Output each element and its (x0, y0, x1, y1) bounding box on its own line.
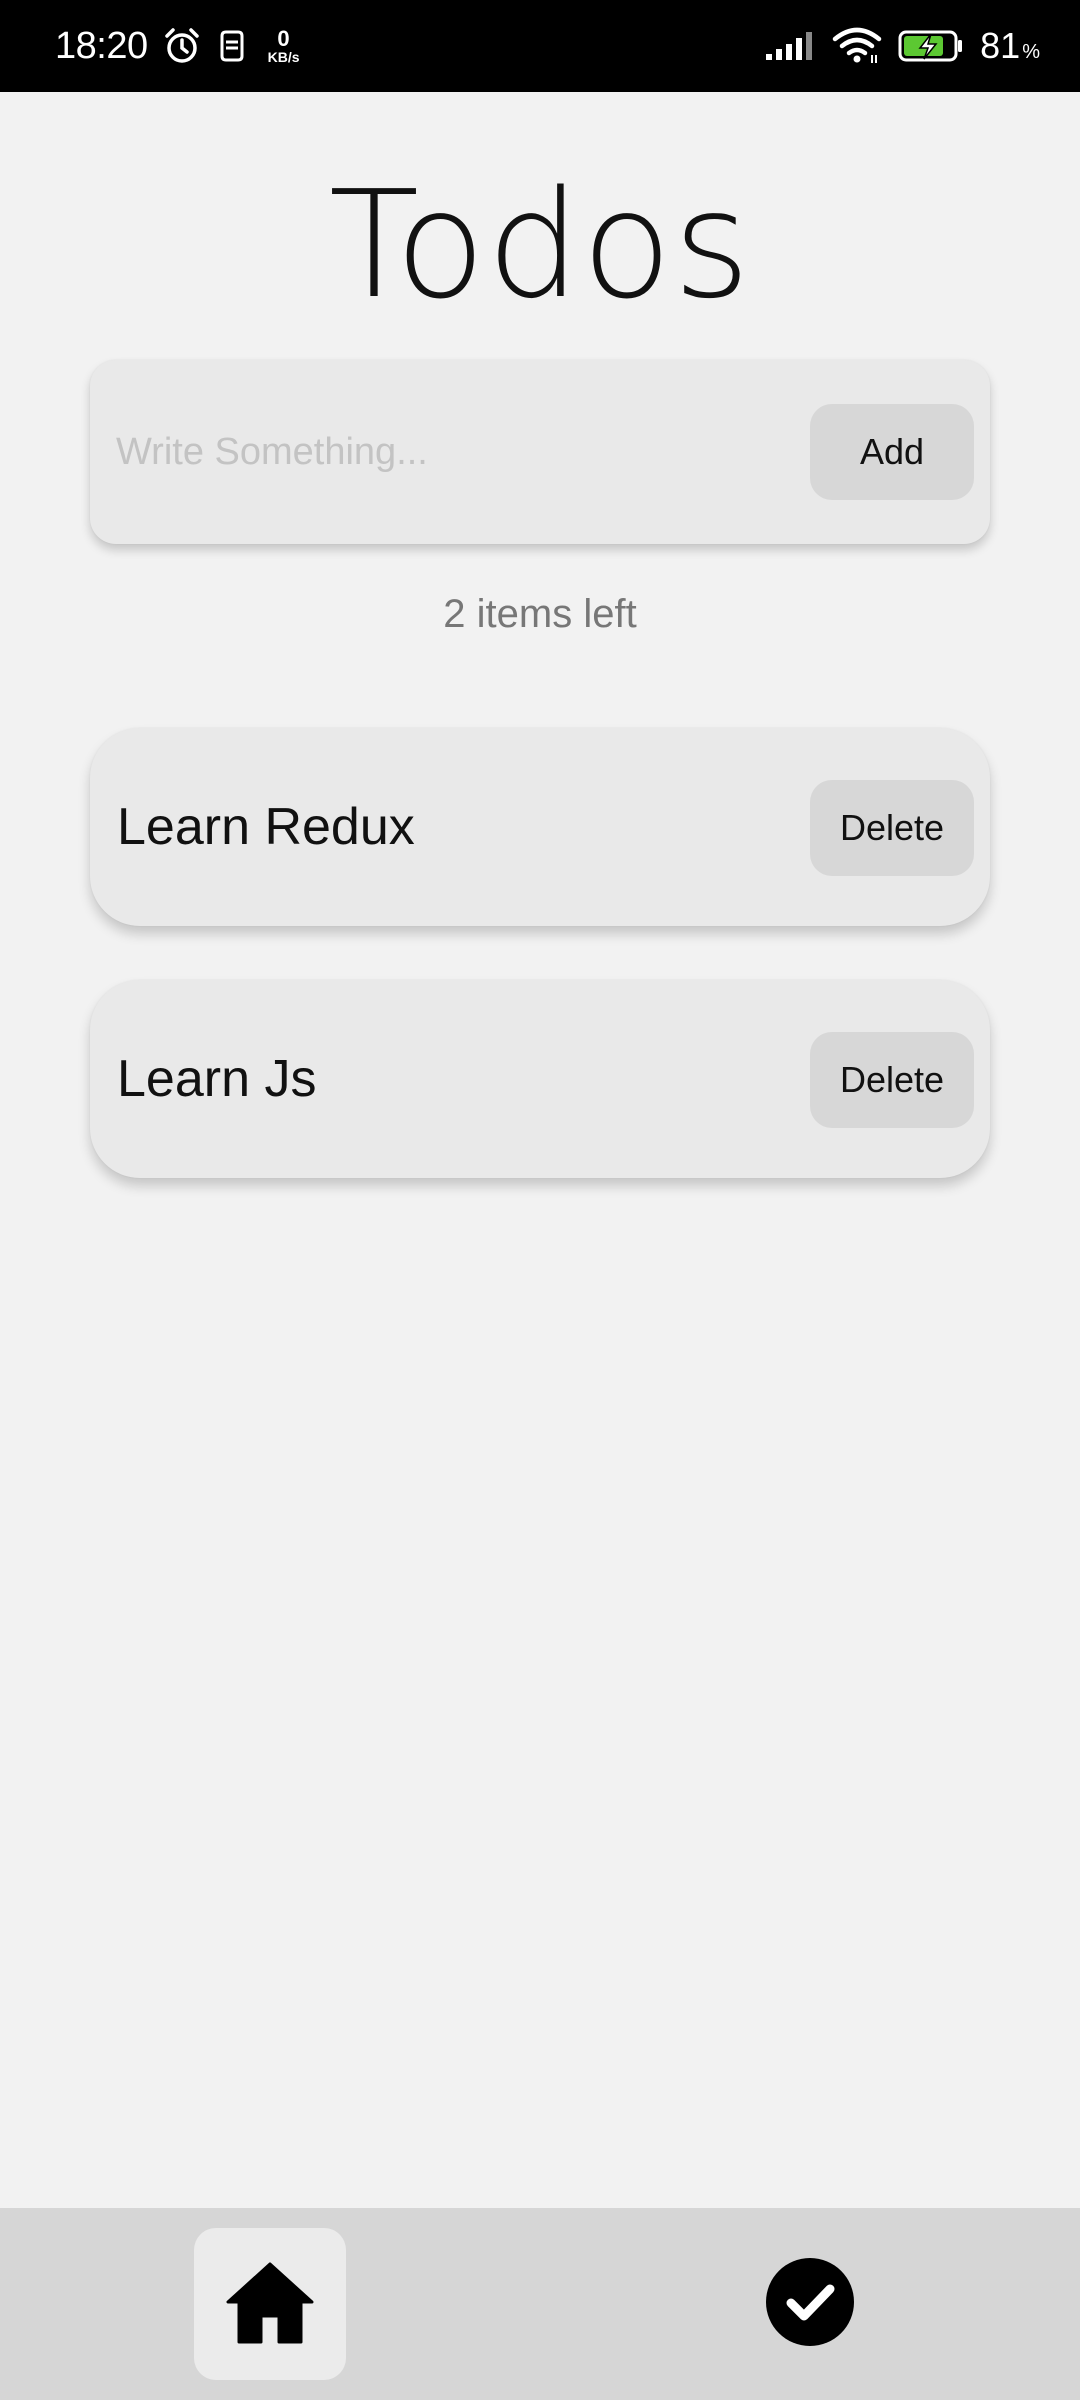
todo-text: Learn Js (117, 1050, 317, 1108)
status-bar: 18:20 0 KB/s 81 % (0, 0, 1080, 92)
status-right: 81% (764, 25, 1040, 67)
notification-bot-icon (216, 28, 248, 64)
battery-charging-icon (898, 29, 964, 63)
network-speed: 0 KB/s (267, 26, 300, 65)
status-time: 18:20 (55, 24, 148, 67)
new-todo-input[interactable] (116, 412, 836, 492)
items-left-counter: 2 items left (443, 592, 637, 636)
signal-icon (764, 30, 816, 62)
battery-percent-sign: % (1022, 41, 1040, 63)
todo-list: Learn Redux Delete Learn Js Delete (90, 728, 990, 1232)
battery-percent: 81% (980, 25, 1040, 67)
network-speed-unit: KB/s (267, 49, 300, 65)
bottom-nav (0, 2208, 1080, 2400)
alarm-icon (162, 26, 202, 66)
todo-item[interactable]: Learn Js Delete (90, 980, 990, 1178)
home-icon (224, 2260, 316, 2349)
add-button[interactable]: Add (810, 404, 974, 500)
status-left: 18:20 0 KB/s (55, 25, 300, 68)
delete-button[interactable]: Delete (810, 1032, 974, 1128)
page-title: Todos (328, 159, 752, 331)
network-speed-value: 0 (277, 26, 290, 51)
todo-item[interactable]: Learn Redux Delete (90, 728, 990, 926)
new-todo-card: Add (90, 360, 990, 544)
delete-button[interactable]: Delete (810, 780, 974, 876)
wifi-icon (832, 27, 882, 65)
nav-completed-tab[interactable] (734, 2228, 886, 2380)
check-circle-icon (764, 2256, 856, 2353)
todo-text: Learn Redux (117, 798, 415, 856)
battery-percent-value: 81 (980, 25, 1021, 66)
nav-home-tab[interactable] (194, 2228, 346, 2380)
